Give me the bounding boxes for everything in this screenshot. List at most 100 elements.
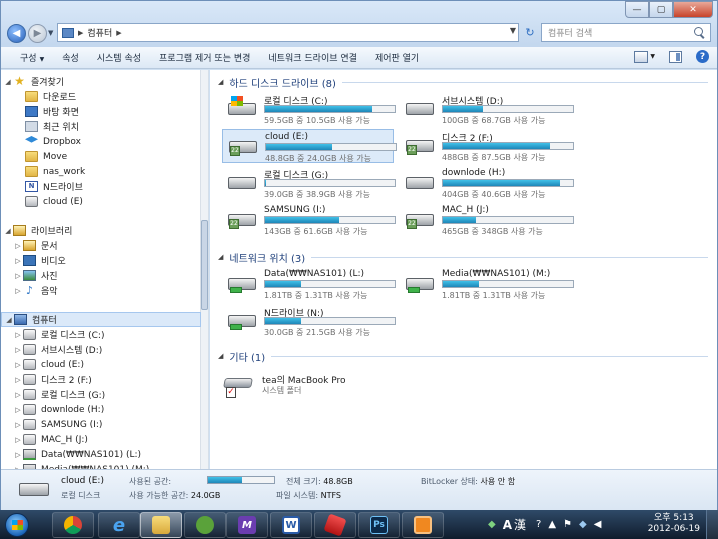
nav-drive-item[interactable]: ▷ Data(₩₩NAS101) (L:) xyxy=(1,447,201,462)
drive-tile[interactable]: 로컬 디스크 (C:) 59.5GB 중 10.5GB 사용 가능 xyxy=(222,92,396,126)
flag-icon[interactable]: ⚑ xyxy=(563,519,572,530)
open-control-panel-button[interactable]: 제어판 열기 xyxy=(366,51,428,64)
other-item[interactable]: ✓ tea의 MacBook Pro 시스템 폴더 xyxy=(223,372,424,404)
nav-library-item[interactable]: ▷ 비디오 xyxy=(1,253,201,268)
drive-tile[interactable]: 22 MAC_H (J:) 465GB 중 348GB 사용 가능 xyxy=(400,203,574,237)
taskbar-windows-explorer[interactable] xyxy=(140,512,182,538)
nav-favorite-item[interactable]: Move xyxy=(1,149,201,164)
ime-mode[interactable]: A xyxy=(503,518,512,532)
search-input[interactable]: 컴퓨터 검색 xyxy=(541,23,711,42)
nav-drive-item[interactable]: ▷ MAC_H (J:) xyxy=(1,432,201,447)
drive-tile[interactable]: Media(₩₩NAS101) (M:) 1.81TB 중 1.31TB 사용 가… xyxy=(400,267,574,301)
nav-library-item[interactable]: ▷ ♪ 음악 xyxy=(1,283,201,298)
collapse-chevron-icon[interactable]: ◢ xyxy=(218,352,223,360)
expand-chevron-icon[interactable]: ▷ xyxy=(13,376,23,384)
address-dropdown-icon[interactable]: ▼ xyxy=(510,26,516,35)
taskbar-chrome[interactable] xyxy=(52,512,94,538)
group-network-locations[interactable]: ◢ 네트워크 위치 (3) xyxy=(218,250,708,265)
expand-chevron-icon[interactable]: ▷ xyxy=(13,287,23,295)
collapse-chevron-icon[interactable]: ◢ xyxy=(218,78,223,86)
nav-favorite-item[interactable]: N N드라이브 xyxy=(1,179,201,194)
taskbar-photoshop[interactable]: Ps xyxy=(358,512,400,538)
show-hidden-icons[interactable]: ▲ xyxy=(548,519,556,530)
group-hard-drives[interactable]: ◢ 하드 디스크 드라이브 (8) xyxy=(218,75,708,90)
refresh-button[interactable]: ↻ xyxy=(521,23,539,42)
show-desktop-button[interactable] xyxy=(706,510,718,539)
clock[interactable]: 오후 5:13 2012-06-19 xyxy=(648,513,700,535)
drive-tile[interactable]: downlode (H:) 404GB 중 40.6GB 사용 가능 xyxy=(400,166,574,200)
nav-favorite-item[interactable]: cloud (E) xyxy=(1,194,201,209)
drive-tile[interactable]: 로컬 디스크 (G:) 39.0GB 중 38.9GB 사용 가능 xyxy=(222,166,396,200)
drive-tile[interactable]: Data(₩₩NAS101) (L:) 1.81TB 중 1.31TB 사용 가능 xyxy=(222,267,396,301)
expand-chevron-icon[interactable]: ◢ xyxy=(4,316,14,324)
address-bar[interactable]: ▶ 컴퓨터 ▶ ▼ xyxy=(57,23,519,42)
properties-button[interactable]: 속성 xyxy=(53,51,88,64)
nav-drive-item[interactable]: ▷ SAMSUNG (I:) xyxy=(1,417,201,432)
security-icon[interactable]: ◆ xyxy=(488,519,496,530)
nav-favorite-item[interactable]: 최근 위치 xyxy=(1,119,201,134)
drive-tile[interactable]: 22 SAMSUNG (I:) 143GB 중 61.6GB 사용 가능 xyxy=(222,203,396,237)
nav-favorite-item[interactable]: Dropbox xyxy=(1,134,201,149)
expand-chevron-icon[interactable]: ◢ xyxy=(3,227,13,235)
expand-chevron-icon[interactable]: ◢ xyxy=(3,78,13,86)
nav-drive-item[interactable]: ▷ 서브시스템 (D:) xyxy=(1,342,201,357)
expand-chevron-icon[interactable]: ▷ xyxy=(13,361,23,369)
maximize-button[interactable]: ▢ xyxy=(649,1,673,18)
preview-pane-button[interactable] xyxy=(669,50,682,63)
collapse-chevron-icon[interactable]: ◢ xyxy=(218,253,223,261)
nav-favorite-item[interactable]: nas_work xyxy=(1,164,201,179)
taskbar-vmware[interactable] xyxy=(402,512,444,538)
expand-chevron-icon[interactable]: ▷ xyxy=(13,421,23,429)
expand-chevron-icon[interactable]: ▷ xyxy=(13,272,23,280)
expand-chevron-icon[interactable]: ▷ xyxy=(13,331,23,339)
drive-tile[interactable]: N드라이브 (N:) 30.0GB 중 21.5GB 사용 가능 xyxy=(222,304,396,338)
forward-button[interactable]: ▶ xyxy=(28,24,47,43)
close-button[interactable]: ✕ xyxy=(673,1,713,18)
volume-icon[interactable]: ◀ xyxy=(594,519,602,530)
expand-chevron-icon[interactable]: ▷ xyxy=(13,242,23,250)
nav-drive-item[interactable]: ▷ 디스크 2 (F:) xyxy=(1,372,201,387)
taskbar-evernote[interactable] xyxy=(184,512,226,538)
group-other[interactable]: ◢ 기타 (1) xyxy=(218,349,708,364)
nav-drive-item[interactable]: ▷ 로컬 디스크 (G:) xyxy=(1,387,201,402)
nav-drive-item[interactable]: ▷Media(₩₩NAS101) (M:) xyxy=(1,462,201,469)
system-properties-button[interactable]: 시스템 속성 xyxy=(88,51,150,64)
dropbox-icon[interactable]: ◆ xyxy=(579,519,587,530)
nav-library-item[interactable]: ▷ 문서 xyxy=(1,238,201,253)
taskbar-internet-explorer[interactable]: e xyxy=(98,512,140,538)
expand-chevron-icon[interactable]: ▷ xyxy=(13,406,23,414)
taskbar-red-app[interactable] xyxy=(314,512,356,538)
nav-libraries[interactable]: ◢ 라이브러리 xyxy=(1,223,201,238)
breadcrumb-computer[interactable]: 컴퓨터 xyxy=(87,26,112,39)
scrollbar-thumb[interactable] xyxy=(201,220,208,310)
expand-chevron-icon[interactable]: ▷ xyxy=(13,451,23,459)
expand-chevron-icon[interactable]: ▷ xyxy=(13,436,23,444)
search-icon[interactable] xyxy=(694,26,706,39)
expand-chevron-icon[interactable]: ▷ xyxy=(13,391,23,399)
navigation-scrollbar[interactable] xyxy=(200,70,208,469)
taskbar-word[interactable]: W xyxy=(270,512,312,538)
drive-tile[interactable]: 22 cloud (E:) 48.8GB 중 24.0GB 사용 가능 xyxy=(222,129,397,163)
nav-favorite-item[interactable]: 바탕 화면 xyxy=(1,104,201,119)
map-network-drive-button[interactable]: 네트워크 드라이브 연결 xyxy=(259,51,366,64)
start-button[interactable] xyxy=(5,513,29,537)
taskbar-m-app[interactable]: M xyxy=(226,512,268,538)
nav-drive-item[interactable]: ▷ 로컬 디스크 (C:) xyxy=(1,327,201,342)
drive-tile[interactable]: 서브시스템 (D:) 100GB 중 68.7GB 사용 가능 xyxy=(400,92,574,126)
uninstall-program-button[interactable]: 프로그램 제거 또는 변경 xyxy=(150,51,259,64)
change-view-button[interactable]: ▼ xyxy=(634,50,655,63)
help-tray-icon[interactable]: ? xyxy=(536,519,541,530)
back-button[interactable]: ◀ xyxy=(7,24,26,43)
minimize-button[interactable]: — xyxy=(625,1,649,18)
ime-hanja[interactable]: 漢 xyxy=(514,516,526,533)
nav-favorites[interactable]: ◢ ★ 즐겨찾기 xyxy=(1,74,201,89)
help-icon[interactable]: ? xyxy=(696,50,709,63)
nav-drive-item[interactable]: ▷ downlode (H:) xyxy=(1,402,201,417)
nav-computer[interactable]: ◢ 컴퓨터 xyxy=(1,312,201,327)
organize-button[interactable]: 구성 ▼ xyxy=(11,51,53,64)
expand-chevron-icon[interactable]: ▷ xyxy=(13,257,23,265)
nav-favorite-item[interactable]: 다운로드 xyxy=(1,89,201,104)
drive-tile[interactable]: 22 디스크 2 (F:) 488GB 중 87.5GB 사용 가능 xyxy=(400,129,574,163)
nav-drive-item[interactable]: ▷ cloud (E:) xyxy=(1,357,201,372)
nav-library-item[interactable]: ▷ 사진 xyxy=(1,268,201,283)
